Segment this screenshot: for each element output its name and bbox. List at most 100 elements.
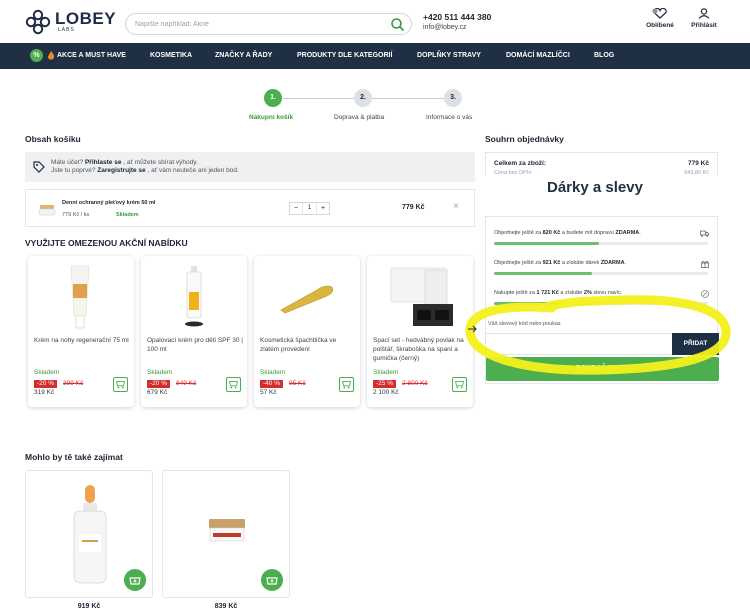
search-input[interactable] [135, 18, 385, 31]
old-price: 399 Kč [63, 380, 84, 387]
discount-badge: -40 % [260, 380, 283, 388]
nav-item-kosmetika[interactable]: KOSMETIKA [150, 52, 192, 59]
email-link[interactable]: info@lobey.cz [423, 24, 467, 31]
offer-product-name[interactable]: Krém na nohy regenerační 75 ml [34, 336, 130, 345]
fire-icon [47, 51, 55, 60]
sunscreen-bottle-image [185, 266, 203, 327]
progress-bold: ZDARMA [615, 230, 640, 236]
progress-bold: ZDARMA [600, 260, 625, 266]
percent-badge-icon: % [30, 49, 43, 62]
step-3-circle[interactable]: 3. [444, 89, 462, 107]
login-prefix: Máte účet? [51, 159, 85, 166]
old-price: 95 Kč [289, 380, 306, 387]
free-shipping-text: Objednejte ještě za 820 Kč a budete mít … [494, 230, 641, 236]
nav-item-akce[interactable]: AKCE A MUST HAVE [57, 52, 126, 59]
progress-suffix: a budete mít dopravu [560, 230, 616, 236]
add-to-cart-icon[interactable] [339, 377, 354, 392]
cart-item-row: Denní ochranný pleťový krém 50 ml 779 Kč… [25, 189, 475, 227]
offer-product-card[interactable]: Spací set - hedvábný povlak na polštář, … [367, 256, 473, 407]
gift-icon [701, 260, 709, 268]
nav-item-znacky[interactable]: ZNAČKY A ŘADY [215, 52, 272, 59]
recommend-product-card[interactable] [162, 470, 290, 598]
login-notice: Máte účet? Přihlaste se , ať můžete sbír… [25, 152, 475, 182]
highlight-annotation [465, 295, 731, 375]
logo-icon[interactable] [25, 9, 51, 35]
logo-text[interactable]: LOBEY [55, 9, 116, 29]
progress-amount: 820 Kč [542, 230, 561, 236]
product-thumbnail-icon[interactable] [38, 203, 56, 216]
step-1-label: Nákupní košík [249, 114, 294, 121]
discount-badge: -25 % [373, 380, 396, 388]
free-gift-text: Objednejte ještě za 921 Kč a získáte dár… [494, 260, 627, 266]
offer-product-card[interactable]: Kosmetická špachtlička ve zlatém provede… [254, 256, 360, 407]
search-icon[interactable] [390, 17, 405, 32]
qty-value[interactable]: 1 [302, 203, 317, 214]
gifts-discounts-heading: Dárky a slevy [547, 179, 643, 196]
tag-icon [33, 161, 45, 173]
sleep-set-box-image [390, 267, 453, 326]
nav-item-doplnky[interactable]: DOPLŇKY STRAVY [417, 52, 481, 59]
offer-product-name[interactable]: Opalovací krém pro děti SPF 30 | 100 ml [147, 336, 243, 354]
progress-amount: 921 Kč [542, 260, 561, 266]
offer-product-card[interactable]: Krém na nohy regenerační 75 ml Skladem -… [28, 256, 134, 407]
progress-prefix: Objednejte ještě za [494, 230, 543, 236]
step-1-circle: 1. [264, 89, 282, 107]
truck-icon [700, 230, 709, 237]
login-suffix: , ať můžete sbírat výhody. [121, 159, 198, 166]
offer-product-name[interactable]: Kosmetická špachtlička ve zlatém provede… [260, 336, 356, 354]
offer-product-price: 679 Kč [147, 389, 168, 396]
cart-item-name[interactable]: Denní ochranný pleťový krém 50 ml [62, 200, 155, 206]
offer-product-name[interactable]: Spací set - hedvábný povlak na polštář, … [373, 336, 469, 363]
nav-item-kategorie[interactable]: PRODUKTY DLE KATEGORIÍ [297, 52, 392, 59]
cart-item-total: 779 Kč [402, 204, 425, 211]
cart-title: Obsah košíku [25, 134, 81, 144]
quantity-stepper: − 1 + [289, 202, 330, 215]
recommend-product-price: 919 Kč [77, 603, 101, 610]
foot-cream-tube-image [70, 265, 90, 329]
offer-product-price: 57 Kč [260, 389, 277, 396]
cart-item-unit-price: 779 Kč / ks [62, 212, 90, 218]
step-connector [283, 98, 354, 99]
qty-minus-button[interactable]: − [290, 205, 302, 212]
login-label: Přihlásit [691, 22, 717, 29]
add-to-cart-icon[interactable] [124, 569, 146, 591]
login-link[interactable]: Přihlaste se [85, 159, 122, 166]
favorites-button[interactable]: Oblíbené [640, 7, 680, 29]
favorites-label: Oblíbené [646, 22, 674, 29]
qty-plus-button[interactable]: + [317, 205, 329, 212]
step-3-label[interactable]: Informace o vás [426, 114, 472, 121]
register-prefix: Jste tu poprvé? [51, 167, 98, 174]
step-2-circle[interactable]: 2. [354, 89, 372, 107]
offer-product-stock: Skladem [147, 369, 173, 376]
offer-product-stock: Skladem [373, 369, 399, 376]
step-connector [372, 98, 444, 99]
login-button[interactable]: Přihlásit [688, 8, 720, 29]
progress-prefix: Objednejte ještě za [494, 260, 543, 266]
register-suffix: , ať vám neuteče ani jeden bod. [145, 167, 239, 174]
total-label: Celkem za zboží: [494, 160, 547, 167]
add-to-cart-icon[interactable] [226, 377, 241, 392]
remove-item-button[interactable]: × [453, 201, 459, 212]
old-price: 2 800 Kč [402, 380, 428, 387]
recommend-product-card[interactable] [25, 470, 153, 598]
nav-item-mazlicci[interactable]: DOMÁCÍ MAZLÍČCI [506, 52, 570, 59]
search-bar [125, 13, 412, 35]
recommend-product-price: 839 Kč [214, 603, 238, 610]
offer-product-card[interactable]: Opalovací krém pro děti SPF 30 | 100 ml … [141, 256, 247, 407]
progress-bar-gift [494, 272, 708, 275]
offer-product-stock: Skladem [34, 369, 60, 376]
old-price: 849 Kč [176, 380, 197, 387]
offer-product-stock: Skladem [260, 369, 286, 376]
user-icon [698, 8, 710, 19]
offer-title: VYUŽIJTE OMEZENOU AKČNÍ NABÍDKU [25, 238, 188, 248]
cart-item-stock: Skladem [116, 212, 139, 218]
nav-item-blog[interactable]: BLOG [594, 52, 614, 59]
summary-title: Souhrn objednávky [485, 134, 564, 144]
progress-suffix: a získáte dárek [560, 260, 601, 266]
add-to-cart-icon[interactable] [113, 377, 128, 392]
phone-link[interactable]: +420 511 444 380 [423, 12, 491, 22]
add-to-cart-icon[interactable] [261, 569, 283, 591]
step-2-label[interactable]: Doprava & platba [334, 114, 384, 121]
register-link[interactable]: Zaregistrujte se [97, 167, 145, 174]
discount-badge: -20 % [147, 380, 170, 388]
